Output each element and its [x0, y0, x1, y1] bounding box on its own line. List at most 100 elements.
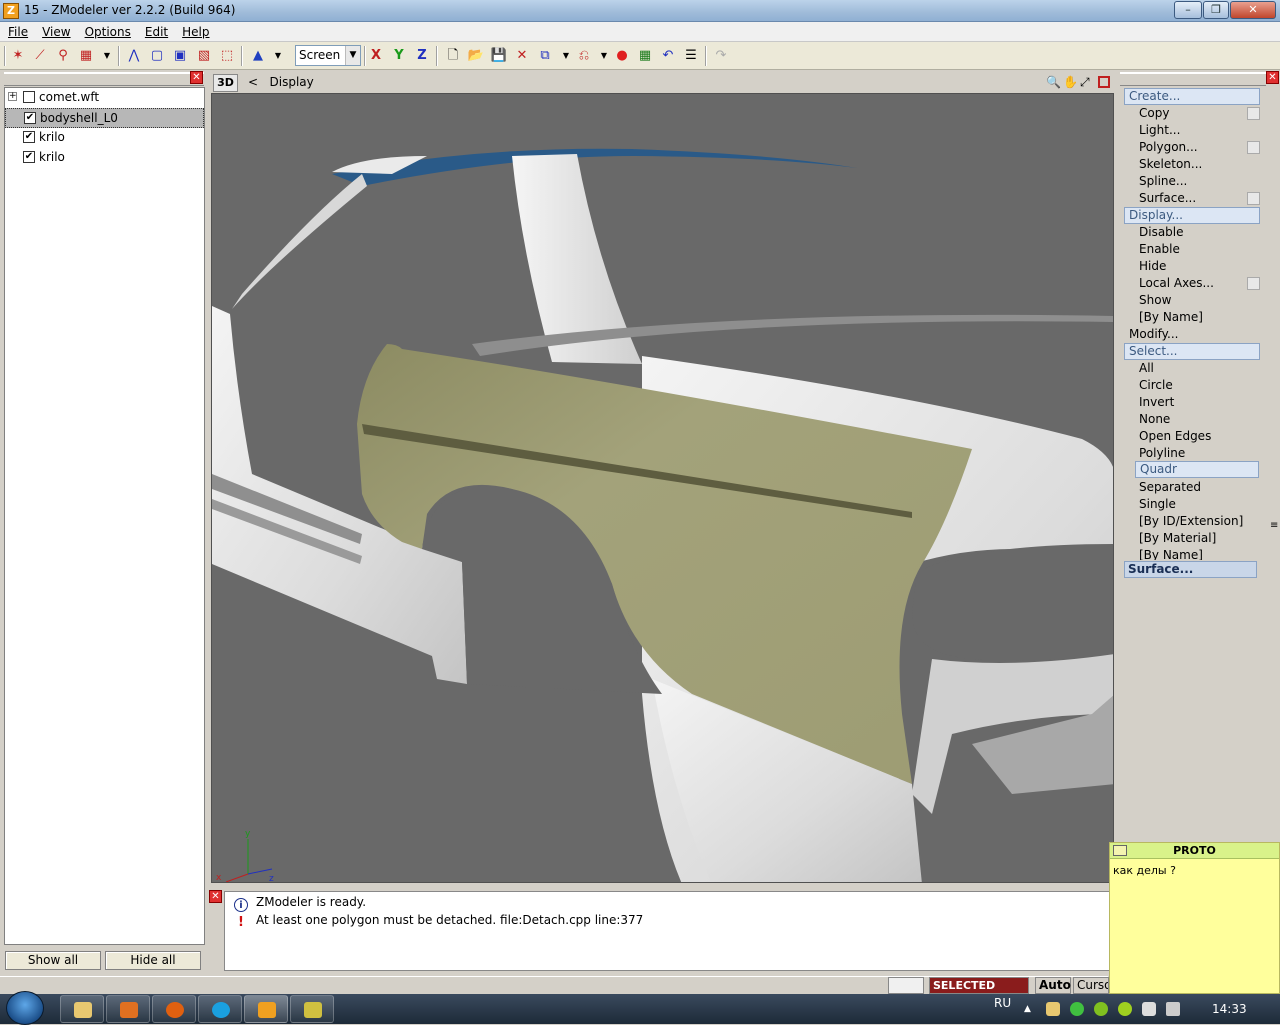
- taskbar-explorer[interactable]: [60, 995, 104, 1023]
- select-vertex-icon[interactable]: ✶: [8, 46, 28, 66]
- tray-gear-icon[interactable]: [1094, 1002, 1108, 1016]
- object-mode-icon[interactable]: ▧: [194, 46, 214, 66]
- record-icon[interactable]: ●: [612, 46, 632, 66]
- menu-view[interactable]: View: [34, 22, 76, 42]
- note-title[interactable]: PROTO: [1110, 843, 1279, 859]
- scroll-grip-icon[interactable]: ≡: [1270, 520, 1278, 531]
- visibility-checkbox[interactable]: ✔: [24, 112, 36, 124]
- taskbar-media-player[interactable]: [106, 995, 150, 1023]
- notes-icon[interactable]: ☰: [681, 46, 701, 66]
- menu-file[interactable]: File: [0, 22, 34, 42]
- cmd-select-all[interactable]: All: [1139, 360, 1257, 377]
- close-button[interactable]: ✕: [1230, 1, 1276, 19]
- cmd-show[interactable]: Show: [1139, 292, 1257, 309]
- cmd-spline[interactable]: Spline...: [1139, 173, 1257, 190]
- menu-options[interactable]: Options: [77, 22, 137, 42]
- hide-all-button[interactable]: Hide all: [105, 951, 201, 970]
- viewport-mode-button[interactable]: 3D: [213, 74, 238, 92]
- back-arrow[interactable]: <: [248, 75, 258, 89]
- cmd-select-by-id[interactable]: [By ID/Extension]: [1139, 513, 1257, 530]
- cmd-select-invert[interactable]: Invert: [1139, 394, 1257, 411]
- menu-edit[interactable]: Edit: [137, 22, 174, 42]
- tree-item-krilo[interactable]: ✔ krilo: [5, 128, 204, 148]
- cmd-local-axes[interactable]: Local Axes...: [1139, 275, 1257, 292]
- note-body[interactable]: как делы ?: [1113, 864, 1176, 877]
- cmd-select-single[interactable]: Single: [1139, 496, 1257, 513]
- app-icon[interactable]: Z: [3, 3, 19, 19]
- taskbar-app[interactable]: [290, 995, 334, 1023]
- cmd-light[interactable]: Light...: [1139, 122, 1257, 139]
- maximize-viewport-icon[interactable]: [1098, 76, 1110, 88]
- options-box-icon[interactable]: [1247, 192, 1260, 205]
- select-group[interactable]: Select...: [1124, 343, 1260, 360]
- dropdown-arrow-icon[interactable]: ▼: [556, 46, 576, 66]
- cmd-polygon[interactable]: Polygon...: [1139, 139, 1257, 156]
- tree-item-comet[interactable]: + comet.wft: [5, 88, 204, 108]
- group-mode-icon[interactable]: ⬚: [217, 46, 237, 66]
- volume-icon[interactable]: [1166, 1002, 1180, 1016]
- sticky-note[interactable]: PROTO как делы ?: [1109, 842, 1280, 994]
- show-all-button[interactable]: Show all: [5, 951, 101, 970]
- taskbar-firefox[interactable]: [152, 995, 196, 1023]
- display-group[interactable]: Display...: [1124, 207, 1260, 224]
- cursor-indicator[interactable]: Cursor: [1073, 977, 1109, 994]
- axis-y-toggle[interactable]: Y: [389, 46, 409, 66]
- vertex-mode-icon[interactable]: ⋀: [124, 46, 144, 66]
- clock[interactable]: 14:33: [1212, 994, 1247, 1024]
- axis-z-toggle[interactable]: Z: [412, 46, 432, 66]
- close-panel-icon[interactable]: ✕: [209, 890, 222, 903]
- axis-x-toggle[interactable]: X: [366, 46, 386, 66]
- cmd-select-separated[interactable]: Separated: [1139, 479, 1257, 496]
- modify-group[interactable]: Modify...: [1129, 326, 1179, 343]
- fit-view-icon[interactable]: ⤢: [1080, 75, 1090, 90]
- coordinate-space-select[interactable]: Screen ▼: [295, 45, 361, 66]
- delete-icon[interactable]: ✕: [512, 46, 532, 66]
- visibility-checkbox[interactable]: ✔: [23, 151, 35, 163]
- cmd-select-quadr[interactable]: Quadr: [1135, 461, 1259, 478]
- box-mode-icon[interactable]: ▣: [170, 46, 190, 66]
- surface-group[interactable]: Surface...: [1124, 561, 1257, 578]
- taskbar-zmodeler[interactable]: [244, 995, 288, 1023]
- 3d-viewport[interactable]: y z x: [211, 93, 1114, 883]
- polygon-mode-icon[interactable]: ▢: [147, 46, 167, 66]
- network-icon[interactable]: [1142, 1002, 1156, 1016]
- snap-mode-indicator[interactable]: Auto: [1035, 977, 1071, 994]
- cmd-select-by-name[interactable]: [By Name]: [1139, 547, 1257, 560]
- open-folder-icon[interactable]: 📂: [466, 46, 486, 66]
- tree-item-krilo[interactable]: ✔ krilo: [5, 148, 204, 168]
- visibility-checkbox[interactable]: ✔: [23, 131, 35, 143]
- cmd-select-polyline[interactable]: Polyline: [1139, 445, 1257, 462]
- expand-icon[interactable]: +: [8, 92, 17, 101]
- options-box-icon[interactable]: [1247, 277, 1260, 290]
- menu-help[interactable]: Help: [174, 22, 215, 42]
- undo-icon[interactable]: ↶: [658, 46, 678, 66]
- cmd-copy[interactable]: Copy: [1139, 105, 1257, 122]
- cmd-enable[interactable]: Enable: [1139, 241, 1257, 258]
- cmd-skeleton[interactable]: Skeleton...: [1139, 156, 1257, 173]
- tray-keyboard-icon[interactable]: [1046, 1002, 1060, 1016]
- select-object-icon[interactable]: ▦: [76, 46, 96, 66]
- cmd-surface-create[interactable]: Surface...: [1139, 190, 1257, 207]
- visibility-checkbox[interactable]: [23, 91, 35, 103]
- tray-status-icon[interactable]: [1070, 1002, 1084, 1016]
- cmd-select-open-edges[interactable]: Open Edges: [1139, 428, 1257, 445]
- selection-mode-indicator[interactable]: SELECTED MODE: [929, 977, 1029, 1007]
- cmd-select-none[interactable]: None: [1139, 411, 1257, 428]
- dropdown-arrow-icon[interactable]: ▼: [268, 46, 288, 66]
- create-group[interactable]: Create...: [1124, 88, 1260, 105]
- note-icon[interactable]: [1113, 845, 1127, 856]
- cmd-select-circle[interactable]: Circle: [1139, 377, 1257, 394]
- tree-item-bodyshell[interactable]: ✔ bodyshell_L0: [5, 108, 204, 128]
- cmd-show-by-name[interactable]: [By Name]: [1139, 309, 1257, 326]
- options-box-icon[interactable]: [1247, 141, 1260, 154]
- tray-expand-icon[interactable]: ▲: [1024, 994, 1031, 1024]
- cmd-select-by-material[interactable]: [By Material]: [1139, 530, 1257, 547]
- copy-icon[interactable]: ⧉: [535, 46, 555, 66]
- dropdown-arrow-icon[interactable]: ▼: [594, 46, 614, 66]
- cmd-disable[interactable]: Disable: [1139, 224, 1257, 241]
- undo-stack-icon[interactable]: ⎌: [574, 46, 594, 66]
- render-icon[interactable]: ▦: [635, 46, 655, 66]
- start-button[interactable]: [6, 991, 44, 1025]
- close-panel-icon[interactable]: ✕: [1266, 71, 1279, 84]
- language-indicator[interactable]: RU: [994, 988, 1011, 1018]
